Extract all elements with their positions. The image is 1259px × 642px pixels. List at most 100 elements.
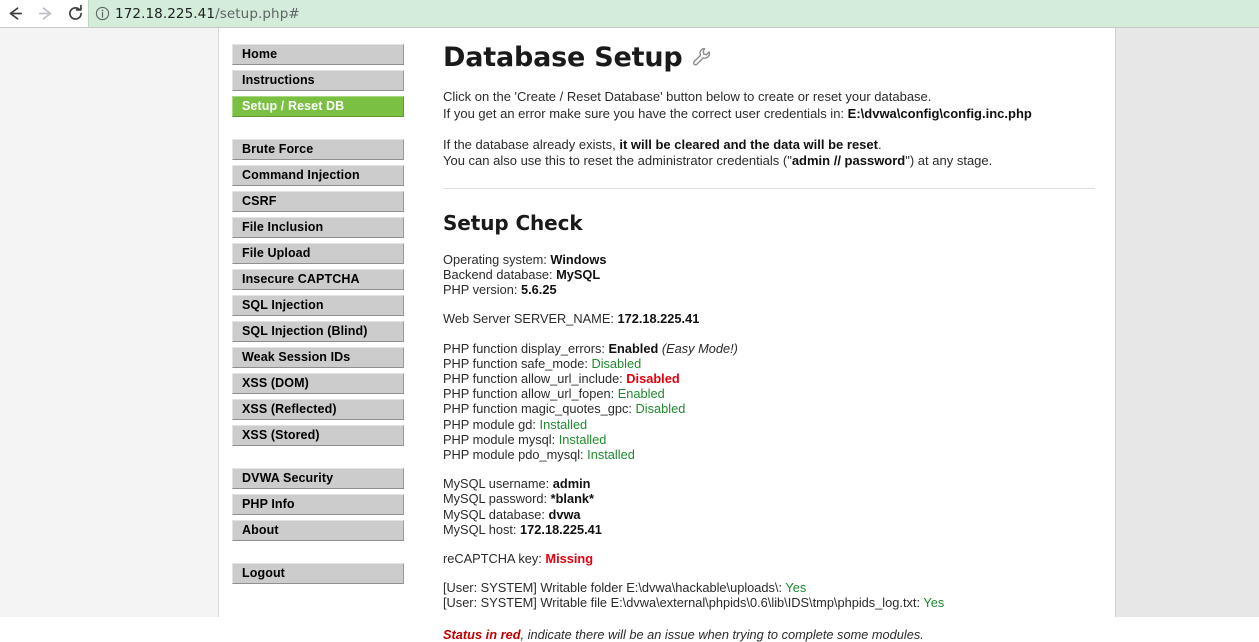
recaptcha-block: reCAPTCHA key: Missing bbox=[443, 551, 1095, 566]
page-title: Database Setup bbox=[443, 42, 1095, 73]
reload-button[interactable] bbox=[60, 0, 90, 27]
check-row: MySQL database: dvwa bbox=[443, 507, 1095, 522]
url-text: 172.18.225.41/setup.php# bbox=[115, 6, 300, 22]
sidebar-item-xss-dom[interactable]: XSS (DOM) bbox=[232, 373, 404, 394]
dvwa-container: Home Instructions Setup / Reset DB Brute… bbox=[219, 28, 1116, 642]
check-value: Disabled bbox=[626, 370, 680, 386]
check-value: MySQL bbox=[556, 266, 601, 282]
warning-line-1-bold: it will be cleared and the data will be … bbox=[619, 136, 878, 152]
check-label: [User: SYSTEM] Writable folder E:\dvwa\h… bbox=[443, 580, 786, 596]
check-value: Installed bbox=[558, 431, 607, 447]
sidebar-item-home[interactable]: Home bbox=[232, 44, 404, 65]
check-label: reCAPTCHA key: bbox=[443, 550, 546, 566]
php-checks-block: PHP function display_errors: Enabled (Ea… bbox=[443, 341, 1095, 463]
check-label: PHP function display_errors: bbox=[443, 340, 609, 356]
back-button[interactable] bbox=[0, 0, 30, 27]
check-value: *blank* bbox=[550, 491, 595, 507]
check-value: Windows bbox=[550, 251, 607, 267]
check-label: PHP function allow_url_include: bbox=[443, 370, 627, 386]
status-legend-text: , indicate there will be an issue when t… bbox=[520, 626, 924, 642]
warning-line-1-prefix: If the database already exists, bbox=[443, 136, 620, 152]
sidebar-item-weak-session-ids[interactable]: Weak Session IDs bbox=[232, 347, 404, 368]
check-row: Operating system: Windows bbox=[443, 252, 1095, 267]
sidebar-item-insecure-captcha[interactable]: Insecure CAPTCHA bbox=[232, 269, 404, 290]
check-value: dvwa bbox=[548, 506, 581, 522]
sidebar-item-xss-reflected[interactable]: XSS (Reflected) bbox=[232, 399, 404, 420]
wrench-icon bbox=[691, 46, 713, 71]
default-credentials: admin // password bbox=[791, 153, 906, 169]
check-row: MySQL username: admin bbox=[443, 476, 1095, 491]
intro-line-2-prefix: If you get an error make sure you have t… bbox=[443, 105, 848, 121]
check-note: (Easy Mode!) bbox=[658, 340, 738, 356]
intro-paragraph: Click on the 'Create / Reset Database' b… bbox=[443, 89, 1095, 122]
check-label: MySQL password: bbox=[443, 491, 551, 507]
check-value: Installed bbox=[587, 446, 635, 462]
nav-group-tools: DVWA Security PHP Info About bbox=[232, 468, 404, 541]
check-value: Yes bbox=[785, 580, 807, 596]
forward-button[interactable] bbox=[30, 0, 60, 27]
check-row: PHP function allow_url_fopen: Enabled bbox=[443, 386, 1095, 401]
nav-group-main: Home Instructions Setup / Reset DB bbox=[232, 44, 404, 117]
page-left-gutter bbox=[0, 28, 219, 617]
check-value: 172.18.225.41 bbox=[617, 311, 700, 327]
sidebar-item-csrf[interactable]: CSRF bbox=[232, 191, 404, 212]
sidebar-item-dvwa-security[interactable]: DVWA Security bbox=[232, 468, 404, 489]
check-label: MySQL username: bbox=[443, 476, 553, 492]
check-row: PHP module gd: Installed bbox=[443, 417, 1095, 432]
sidebar-nav: Home Instructions Setup / Reset DB Brute… bbox=[232, 44, 404, 584]
check-row: PHP function safe_mode: Disabled bbox=[443, 356, 1095, 371]
check-label: PHP version: bbox=[443, 282, 521, 298]
info-circle-icon[interactable] bbox=[89, 0, 115, 27]
check-label: PHP function allow_url_fopen: bbox=[443, 386, 618, 402]
check-row: Backend database: MySQL bbox=[443, 267, 1095, 282]
check-label: MySQL host: bbox=[443, 521, 521, 537]
warning-line-2-suffix: ") at any stage. bbox=[905, 153, 993, 169]
sidebar-item-about[interactable]: About bbox=[232, 520, 404, 541]
sidebar-item-brute-force[interactable]: Brute Force bbox=[232, 139, 404, 160]
page-title-text: Database Setup bbox=[443, 42, 683, 73]
sidebar-item-php-info[interactable]: PHP Info bbox=[232, 494, 404, 515]
check-label: Web Server SERVER_NAME: bbox=[443, 311, 618, 327]
config-path: E:\dvwa\config\config.inc.php bbox=[847, 105, 1032, 121]
check-label: PHP function safe_mode: bbox=[443, 355, 592, 371]
url-host: 172.18.225.41 bbox=[115, 5, 216, 22]
check-row: PHP function allow_url_include: Disabled bbox=[443, 371, 1095, 386]
address-bar[interactable]: 172.18.225.41/setup.php# bbox=[88, 0, 1259, 27]
check-row: [User: SYSTEM] Writable file E:\dvwa\ext… bbox=[443, 595, 1095, 610]
check-value: Disabled bbox=[635, 401, 686, 417]
check-label: Backend database: bbox=[443, 266, 557, 282]
setup-check-heading: Setup Check bbox=[443, 210, 583, 235]
check-row: PHP module mysql: Installed bbox=[443, 432, 1095, 447]
check-row: PHP function display_errors: Enabled (Ea… bbox=[443, 341, 1095, 356]
nav-group-vulnerabilities: Brute Force Command Injection CSRF File … bbox=[232, 139, 404, 446]
section-divider bbox=[443, 187, 1095, 189]
check-label: PHP module gd: bbox=[443, 416, 540, 432]
check-label: PHP function magic_quotes_gpc: bbox=[443, 401, 636, 417]
status-legend-label: Status in red bbox=[443, 626, 521, 642]
sidebar-item-sql-injection-blind[interactable]: SQL Injection (Blind) bbox=[232, 321, 404, 342]
sidebar-item-command-injection[interactable]: Command Injection bbox=[232, 165, 404, 186]
check-value: 5.6.25 bbox=[521, 282, 557, 298]
check-row: reCAPTCHA key: Missing bbox=[443, 551, 1095, 566]
main-content: Database Setup Click on the 'Create / Re… bbox=[443, 42, 1095, 642]
check-row: Web Server SERVER_NAME: 172.18.225.41 bbox=[443, 311, 1095, 326]
sidebar-item-xss-stored[interactable]: XSS (Stored) bbox=[232, 425, 404, 446]
server-info-block: Web Server SERVER_NAME: 172.18.225.41 bbox=[443, 311, 1095, 326]
sidebar-item-logout[interactable]: Logout bbox=[232, 563, 404, 584]
check-row: PHP function magic_quotes_gpc: Disabled bbox=[443, 401, 1095, 416]
system-info-block: Operating system: Windows Backend databa… bbox=[443, 252, 1095, 298]
sidebar-item-sql-injection[interactable]: SQL Injection bbox=[232, 295, 404, 316]
writable-paths-block: [User: SYSTEM] Writable folder E:\dvwa\h… bbox=[443, 580, 1095, 610]
check-value: 172.18.225.41 bbox=[520, 521, 602, 537]
sidebar-item-file-upload[interactable]: File Upload bbox=[232, 243, 404, 264]
sidebar-item-setup-reset-db[interactable]: Setup / Reset DB bbox=[232, 96, 404, 117]
check-row: [User: SYSTEM] Writable folder E:\dvwa\h… bbox=[443, 580, 1095, 595]
sidebar-item-instructions[interactable]: Instructions bbox=[232, 70, 404, 91]
check-row: PHP module pdo_mysql: Installed bbox=[443, 447, 1095, 462]
check-value: Installed bbox=[539, 416, 588, 432]
sidebar-item-file-inclusion[interactable]: File Inclusion bbox=[232, 217, 404, 238]
status-legend: Status in red, indicate there will be an… bbox=[443, 627, 1095, 642]
check-label: [User: SYSTEM] Writable file E:\dvwa\ext… bbox=[443, 595, 924, 611]
check-value: Yes bbox=[923, 595, 945, 611]
check-value: Enabled bbox=[617, 386, 665, 402]
